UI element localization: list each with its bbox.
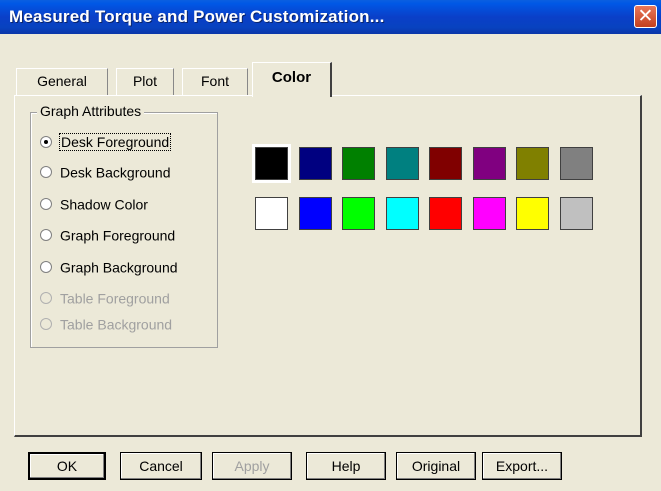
color-swatch[interactable] — [516, 197, 549, 230]
color-swatch[interactable] — [429, 147, 462, 180]
radio-label: Graph Background — [60, 259, 178, 276]
radio-button-icon[interactable] — [40, 198, 52, 211]
close-button[interactable]: ✕ — [634, 5, 657, 28]
radio-label: Table Foreground — [60, 290, 170, 307]
radio-label: Graph Foreground — [60, 227, 176, 244]
radio-button-icon[interactable] — [40, 166, 52, 179]
tab-general[interactable]: General — [16, 68, 108, 95]
original-button[interactable]: Original — [396, 452, 476, 480]
radio-graph-foreground[interactable]: Graph Foreground — [40, 226, 175, 248]
apply-button: Apply — [212, 452, 292, 480]
color-swatch[interactable] — [516, 147, 549, 180]
title-bar[interactable]: Measured Torque and Power Customization.… — [0, 0, 661, 34]
radio-desk-background[interactable]: Desk Background — [40, 163, 171, 185]
close-icon: ✕ — [637, 5, 654, 27]
radio-button-icon — [40, 292, 52, 305]
radio-button-icon[interactable] — [40, 261, 52, 274]
color-swatch[interactable] — [473, 197, 506, 230]
radio-desk-foreground[interactable]: Desk Foreground — [40, 133, 172, 155]
color-swatch[interactable] — [560, 147, 593, 180]
radio-table-background: Table Background — [40, 315, 172, 337]
radio-table-foreground: Table Foreground — [40, 289, 170, 311]
color-swatch[interactable] — [299, 197, 332, 230]
color-swatch[interactable] — [255, 197, 288, 230]
cancel-button[interactable]: Cancel — [120, 452, 202, 480]
tab-font[interactable]: Font — [182, 68, 248, 95]
color-swatch[interactable] — [386, 147, 419, 180]
color-swatch[interactable] — [342, 197, 375, 230]
radio-button-icon — [40, 318, 52, 331]
radio-label: Desk Foreground — [58, 133, 172, 152]
radio-label: Table Background — [60, 316, 173, 333]
color-swatch[interactable] — [386, 197, 419, 230]
help-button[interactable]: Help — [306, 452, 386, 480]
color-swatch[interactable] — [299, 147, 332, 180]
graph-attributes-title: Graph Attributes — [37, 103, 145, 119]
color-swatch[interactable] — [342, 147, 375, 180]
radio-label: Desk Background — [60, 164, 171, 181]
radio-button-icon[interactable] — [40, 229, 52, 242]
color-swatch[interactable] — [473, 147, 506, 180]
color-swatch[interactable] — [429, 197, 462, 230]
tab-color[interactable]: Color — [252, 62, 332, 97]
window-title: Measured Torque and Power Customization.… — [9, 7, 385, 26]
radio-graph-background[interactable]: Graph Background — [40, 258, 178, 280]
color-swatch[interactable] — [255, 147, 288, 180]
export-button[interactable]: Export... — [482, 452, 562, 480]
ok-button[interactable]: OK — [28, 452, 106, 480]
radio-shadow-color[interactable]: Shadow Color — [40, 195, 148, 217]
radio-button-icon[interactable] — [40, 136, 52, 149]
color-swatch[interactable] — [560, 197, 593, 230]
radio-label: Shadow Color — [60, 196, 148, 213]
tab-plot[interactable]: Plot — [116, 68, 174, 95]
